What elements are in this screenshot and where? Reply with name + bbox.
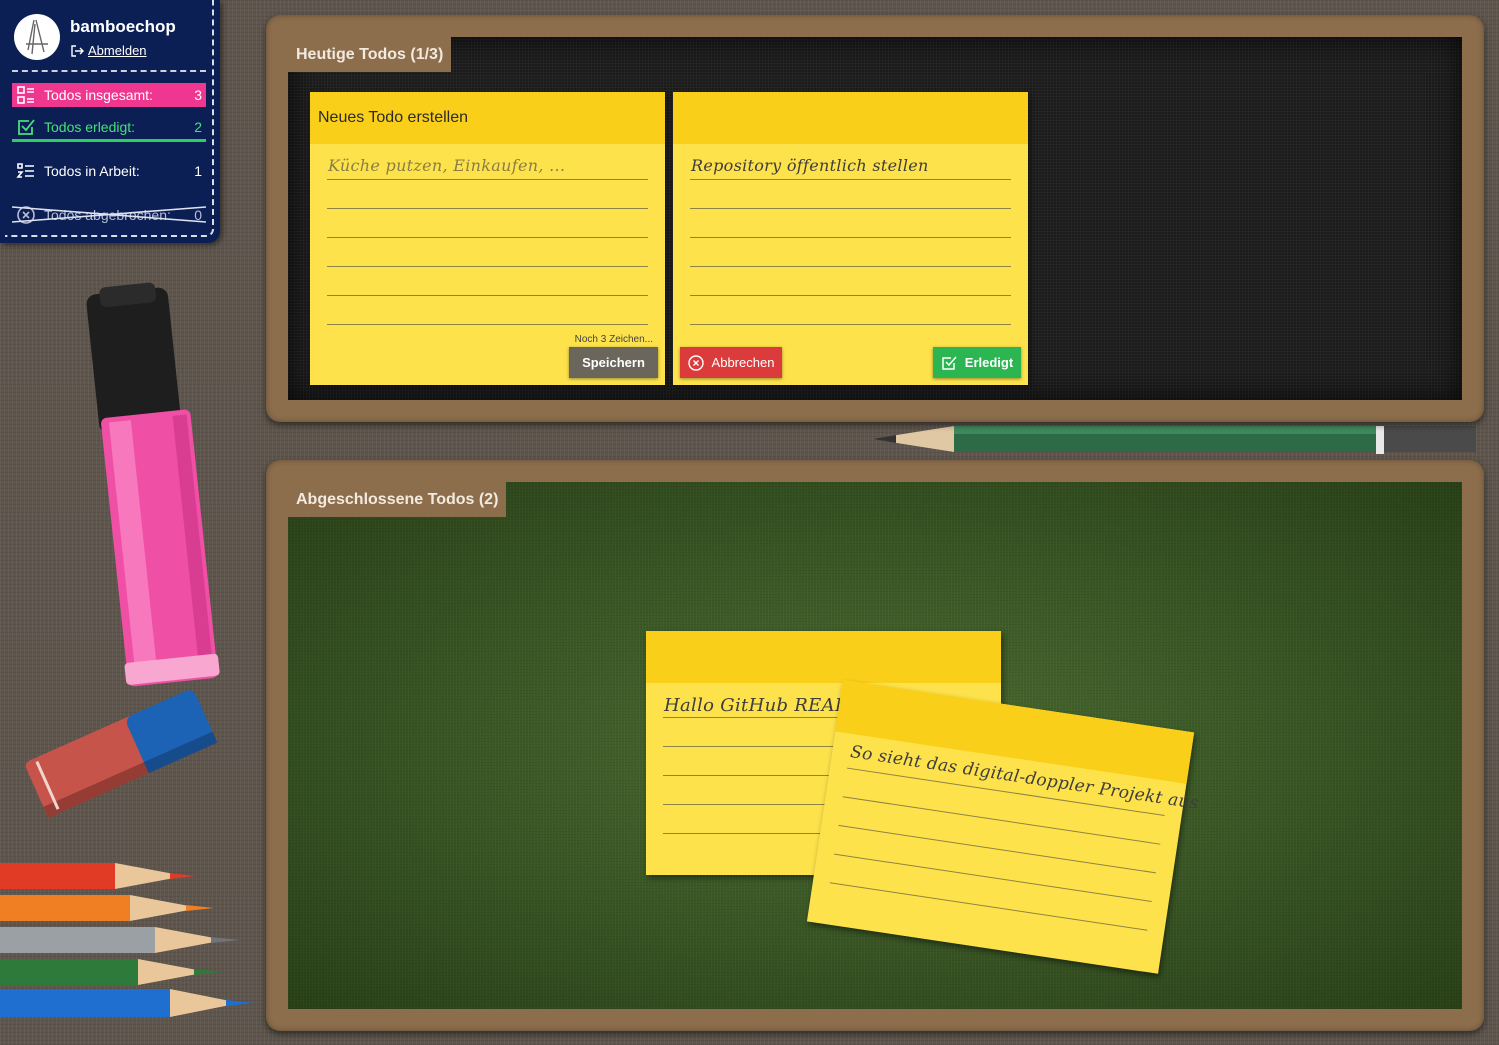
cancel-label: Abbrechen xyxy=(711,355,775,370)
note-lines xyxy=(327,179,648,325)
cancel-button[interactable]: Abbrechen xyxy=(680,347,782,378)
stat-total[interactable]: Todos insgesamt: 3 xyxy=(12,83,206,107)
stat-aborted-label: Todos abgebrochen: xyxy=(44,207,171,223)
stat-total-label: Todos insgesamt: xyxy=(44,87,153,103)
today-board-title: Heutige Todos (1/3) xyxy=(288,37,452,72)
cancel-circle-icon xyxy=(687,354,704,371)
stat-in-progress[interactable]: Todos in Arbeit: 1 xyxy=(12,159,206,183)
stat-aborted[interactable]: Todos abgebrochen: 0 xyxy=(12,203,206,227)
completed-todo-header xyxy=(646,631,1001,683)
colored-pencils-icon xyxy=(0,863,254,1017)
logout-link[interactable]: Abmelden xyxy=(70,43,147,58)
checkbox-icon xyxy=(18,118,35,135)
stat-in-progress-label: Todos in Arbeit: xyxy=(44,163,140,179)
stat-aborted-value: 0 xyxy=(194,207,202,223)
new-todo-note: Neues Todo erstellen Küche putzen, Einka… xyxy=(310,92,665,385)
logout-icon xyxy=(71,44,84,57)
graphite-pencil-icon xyxy=(872,426,1476,454)
done-board-title: Abgeschlossene Todos (2) xyxy=(288,482,507,517)
stat-done[interactable]: Todos erledigt: 2 xyxy=(12,114,206,142)
new-todo-title: Neues Todo erstellen xyxy=(318,109,469,126)
logout-label[interactable]: Abmelden xyxy=(88,43,147,58)
numbered-list-icon xyxy=(16,163,34,178)
char-counter: Noch 3 Zeichen... xyxy=(574,334,653,345)
done-label: Erledigt xyxy=(964,355,1014,370)
active-todo-text[interactable]: Repository öffentlich stellen xyxy=(691,156,929,175)
user-panel: bamboechop Abmelden Todos insgesamt: 3 T… xyxy=(0,0,220,243)
stat-done-value: 2 xyxy=(194,118,202,135)
stat-total-value: 3 xyxy=(194,87,202,103)
active-todo-note: Repository öffentlich stellen Abbrechen … xyxy=(673,92,1028,385)
list-icon xyxy=(17,86,34,104)
completed-todo-note[interactable]: So sieht das digital-doppler Projekt aus xyxy=(806,680,1200,974)
note-lines xyxy=(690,179,1011,325)
checkbox-icon xyxy=(942,356,957,370)
new-todo-header: Neues Todo erstellen xyxy=(310,92,665,144)
avatar xyxy=(14,14,60,60)
highlighter-icon xyxy=(86,282,220,687)
active-todo-header xyxy=(673,92,1028,144)
stat-done-label: Todos erledigt: xyxy=(44,118,136,135)
eraser-icon xyxy=(25,690,218,818)
done-button[interactable]: Erledigt xyxy=(933,347,1021,378)
cancel-circle-icon xyxy=(17,206,35,224)
username: bamboechop xyxy=(70,17,176,36)
stat-in-progress-value: 1 xyxy=(194,163,202,179)
panel-divider xyxy=(12,70,206,72)
new-todo-input[interactable]: Küche putzen, Einkaufen, ... xyxy=(328,156,565,175)
save-button[interactable]: Speichern xyxy=(569,347,658,378)
